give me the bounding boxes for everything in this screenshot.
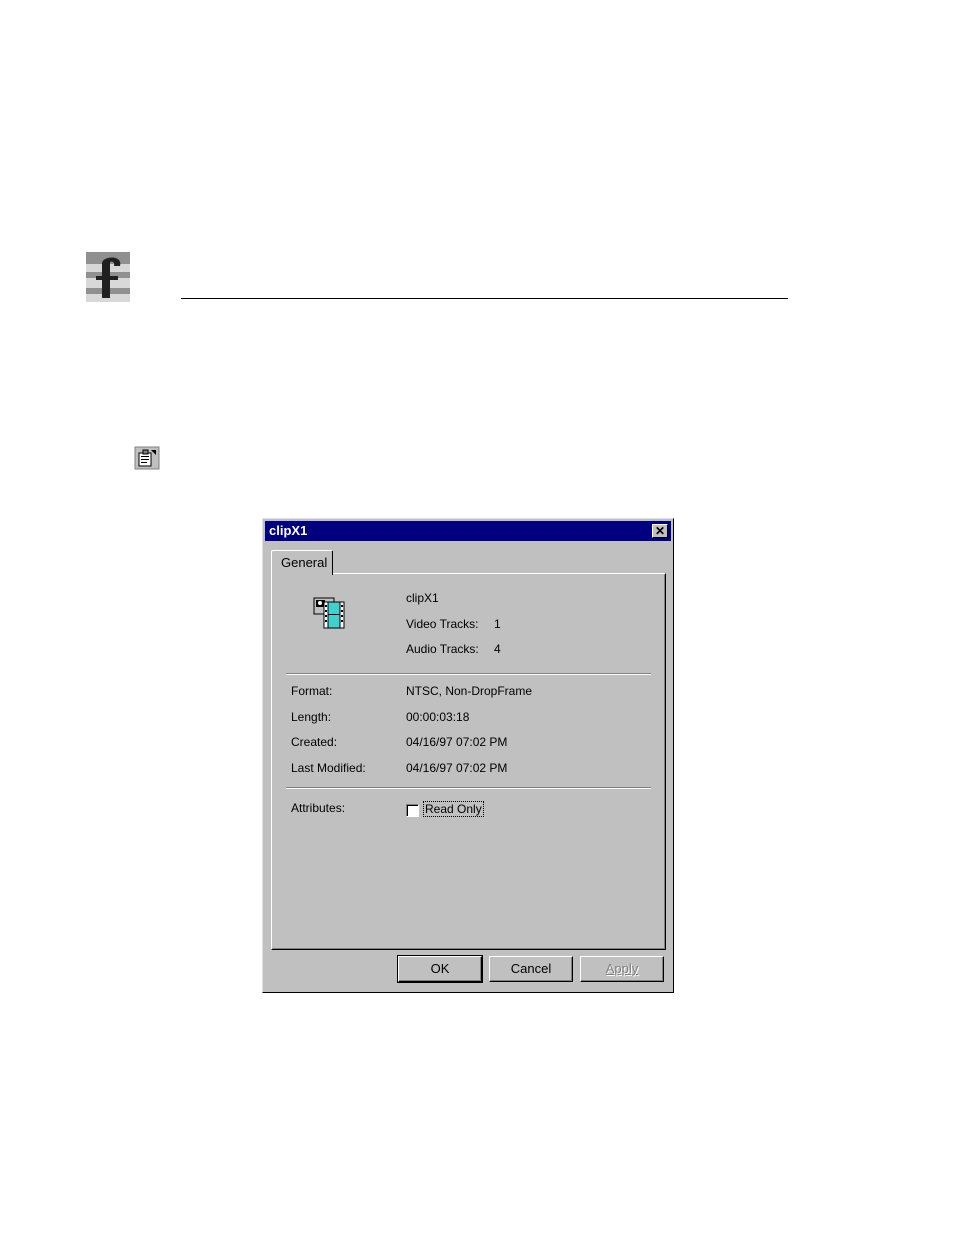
properties-icon [134, 446, 160, 470]
title-bar[interactable]: clipX1 ✕ [265, 521, 671, 541]
separator [286, 787, 651, 789]
general-panel: clipX1 Video Tracks: 1 Audio Tracks: 4 F… [271, 573, 666, 950]
read-only-label[interactable]: Read Only [423, 801, 484, 817]
header-rule [181, 298, 788, 299]
audio-tracks-label: Audio Tracks: [406, 642, 479, 656]
tab-general-label: General [281, 555, 328, 570]
clip-name: clipX1 [406, 591, 439, 605]
attributes-label: Attributes: [291, 801, 346, 815]
created-value: 04/16/97 07:02 PM [406, 735, 508, 749]
format-value: NTSC, Non-DropFrame [406, 684, 533, 698]
ok-button[interactable]: OK [397, 955, 483, 983]
audio-tracks-value: 4 [494, 642, 501, 656]
video-tracks-value: 1 [494, 617, 501, 631]
cancel-button-label: Cancel [510, 961, 552, 976]
video-tracks-label: Video Tracks: [406, 617, 479, 631]
created-label: Created: [291, 735, 338, 749]
length-label: Length: [291, 710, 332, 724]
last-modified-label: Last Modified: [291, 761, 366, 775]
cancel-button[interactable]: Cancel [489, 956, 573, 982]
clip-properties-dialog: clipX1 ✕ General clipX1 Video Tracks: 1 … [262, 518, 674, 993]
last-modified-value: 04/16/97 07:02 PM [406, 761, 508, 775]
close-button[interactable]: ✕ [652, 524, 668, 538]
close-icon: ✕ [654, 524, 666, 538]
length-value: 00:00:03:18 [406, 710, 470, 724]
dialog-title: clipX1 [269, 523, 308, 538]
apply-button-label: Apply [605, 961, 639, 976]
apply-button[interactable]: Apply [580, 956, 664, 982]
company-logo [86, 252, 130, 302]
tab-general[interactable]: General [271, 550, 333, 575]
video-clip-icon [313, 597, 345, 629]
format-label: Format: [291, 684, 333, 698]
separator [286, 673, 651, 675]
ok-button-label: OK [430, 961, 450, 976]
read-only-checkbox[interactable] [406, 804, 419, 817]
